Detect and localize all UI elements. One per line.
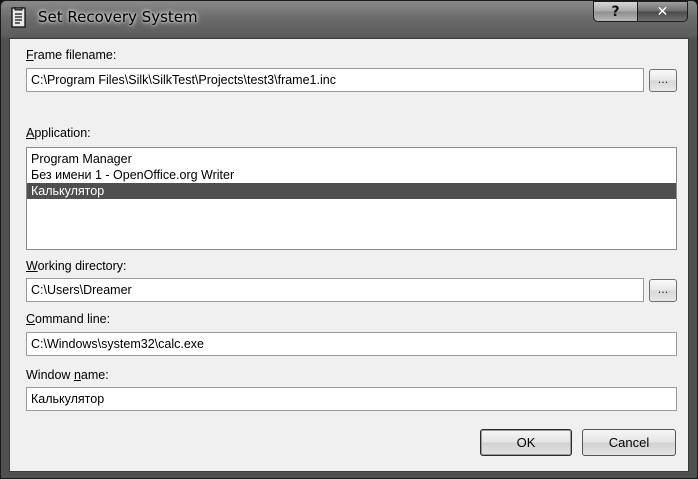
window-name-input[interactable]: Калькулятор bbox=[26, 387, 677, 411]
list-item[interactable]: Program Manager bbox=[27, 151, 676, 167]
cancel-button[interactable]: Cancel bbox=[582, 429, 676, 456]
command-line-label: Command line: bbox=[26, 312, 111, 326]
working-directory-input[interactable]: C:\Users\Dreamer bbox=[26, 278, 644, 302]
list-item-selected[interactable]: Калькулятор bbox=[27, 183, 676, 199]
frame-filename-input[interactable]: C:\Program Files\Silk\SilkTest\Projects\… bbox=[26, 68, 644, 92]
dialog-body: Frame filename: C:\Program Files\Silk\Si… bbox=[9, 38, 689, 472]
working-directory-browse-button[interactable]: ... bbox=[649, 279, 677, 302]
list-item[interactable]: Без имени 1 - OpenOffice.org Writer bbox=[27, 167, 676, 183]
window-name-label: Window name: bbox=[26, 368, 109, 382]
help-button[interactable]: ? bbox=[593, 1, 638, 22]
application-label: Application: bbox=[26, 126, 91, 140]
frame-filename-browse-button[interactable]: ... bbox=[649, 69, 677, 92]
frame-filename-label: Frame filename: bbox=[26, 48, 117, 62]
application-listbox[interactable]: Program Manager Без имени 1 - OpenOffice… bbox=[26, 147, 677, 250]
app-icon bbox=[11, 7, 26, 28]
command-line-input[interactable]: C:\Windows\system32\calc.exe bbox=[26, 332, 677, 356]
help-icon: ? bbox=[611, 3, 620, 20]
title-bar[interactable]: Set Recovery System ? ✕ bbox=[1, 1, 697, 37]
window-title: Set Recovery System bbox=[38, 8, 198, 26]
dialog-window: Set Recovery System ? ✕ Frame filename: … bbox=[0, 0, 698, 479]
close-button[interactable]: ✕ bbox=[637, 1, 688, 22]
working-directory-label: Working directory: bbox=[26, 259, 127, 273]
close-icon: ✕ bbox=[656, 3, 669, 20]
ok-button[interactable]: OK bbox=[480, 429, 572, 456]
